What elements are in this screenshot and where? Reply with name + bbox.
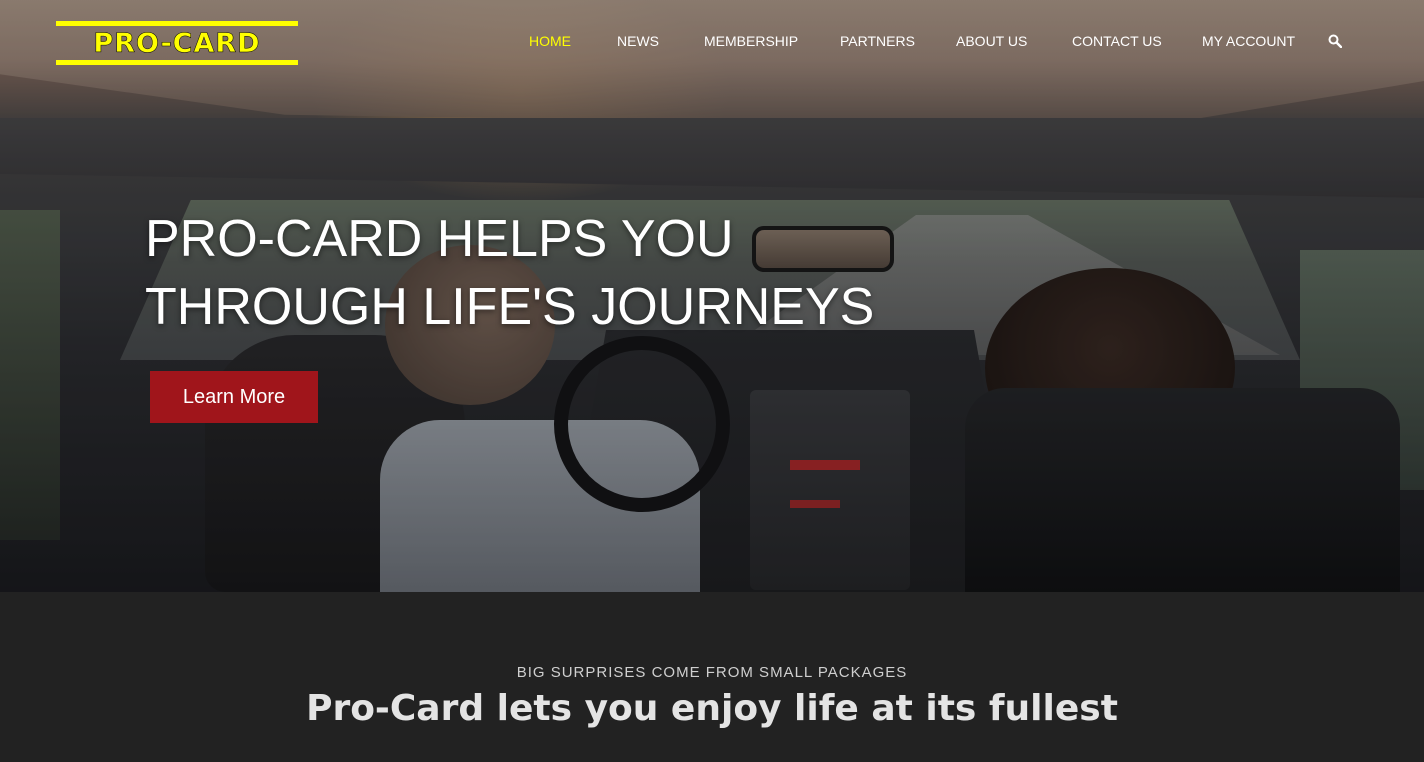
nav-membership[interactable]: MEMBERSHIP	[704, 33, 798, 49]
learn-more-button[interactable]: Learn More	[150, 371, 318, 423]
search-icon[interactable]	[1328, 34, 1343, 49]
nav-about-us[interactable]: ABOUT US	[956, 33, 1027, 49]
nav-contact-us[interactable]: CONTACT US	[1072, 33, 1162, 49]
nav-home[interactable]: HOME	[529, 33, 571, 49]
intro-section: BIG SURPRISES COME FROM SMALL PACKAGES P…	[0, 592, 1424, 762]
section-headline: Pro-Card lets you enjoy life at its full…	[306, 688, 1118, 729]
hero-title: PRO-CARD HELPS YOU THROUGH LIFE'S JOURNE…	[145, 205, 905, 341]
nav-partners[interactable]: PARTNERS	[840, 33, 915, 49]
hero-title-line1: PRO-CARD HELPS YOU	[145, 210, 734, 268]
main-nav: HOME NEWS MEMBERSHIP PARTNERS ABOUT US C…	[0, 33, 1424, 53]
nav-news[interactable]: NEWS	[617, 33, 659, 49]
hero-title-line2: THROUGH LIFE'S JOURNEYS	[145, 278, 875, 336]
nav-my-account[interactable]: MY ACCOUNT	[1202, 33, 1295, 49]
section-kicker: BIG SURPRISES COME FROM SMALL PACKAGES	[516, 664, 908, 681]
